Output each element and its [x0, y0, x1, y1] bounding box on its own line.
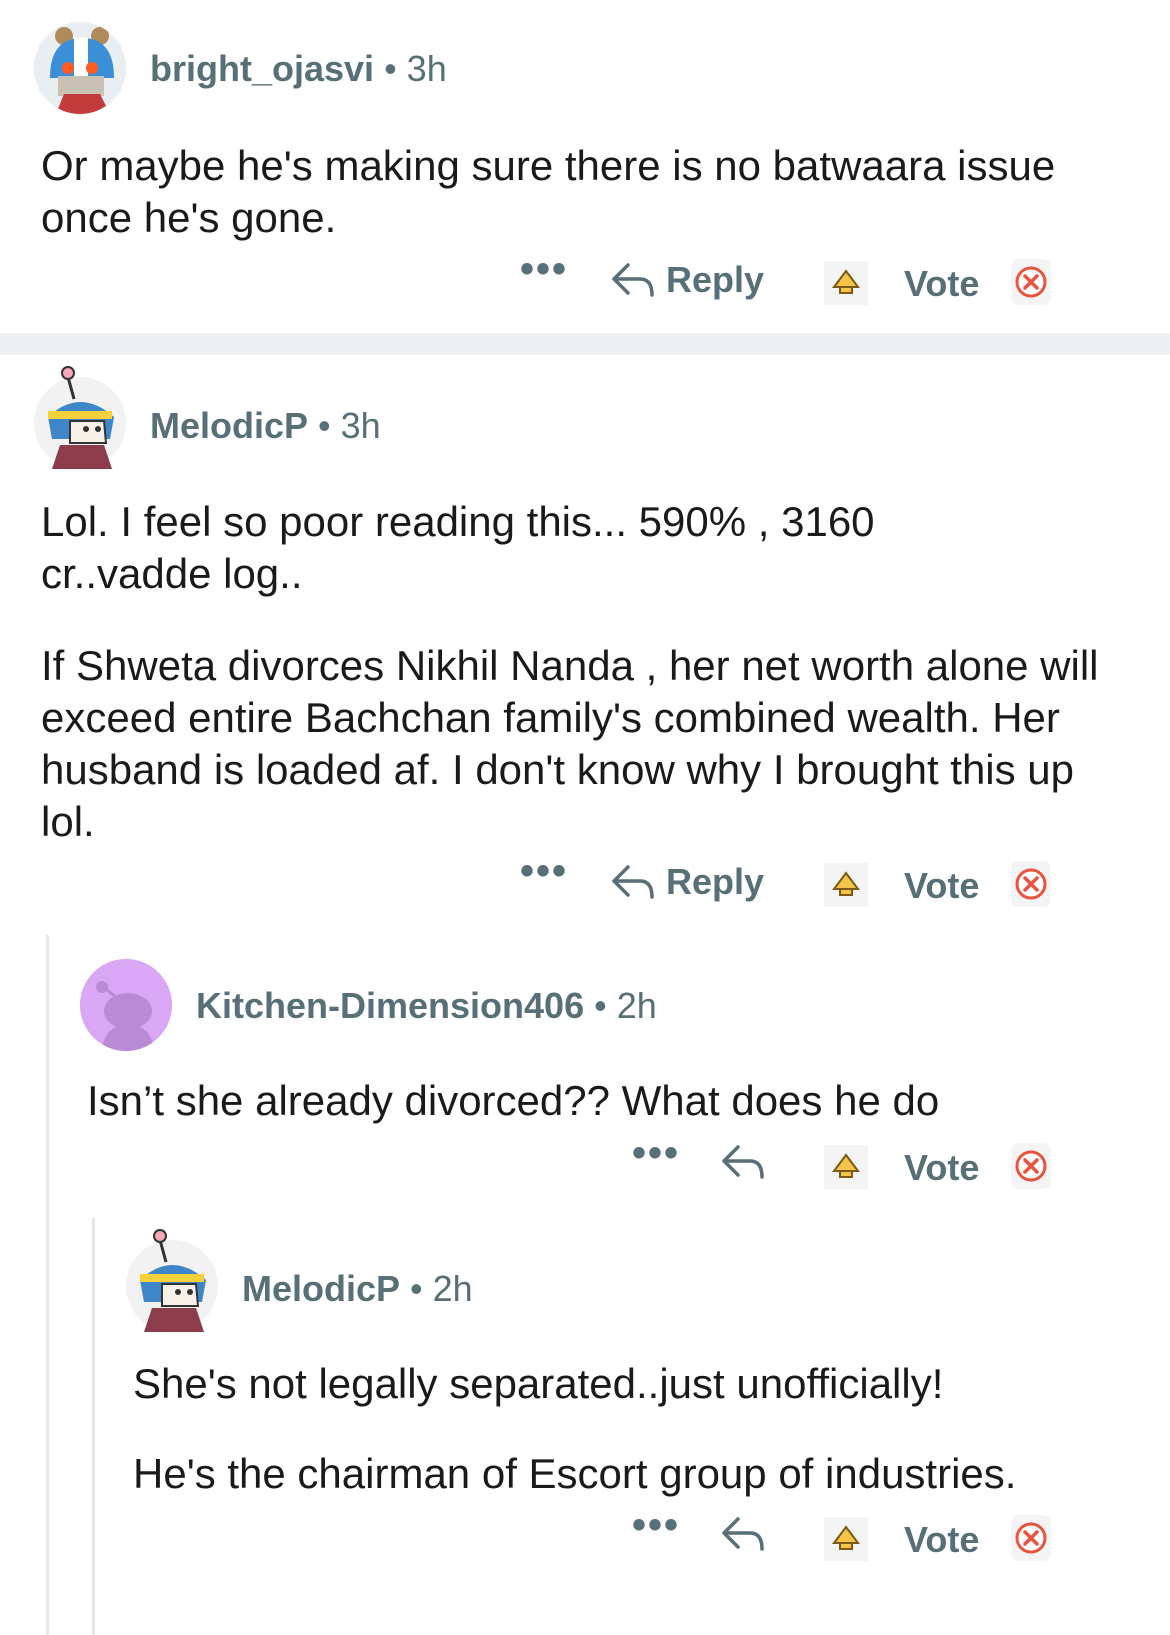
reply-arrow-icon — [722, 1145, 764, 1179]
downvote-button[interactable] — [1011, 1515, 1051, 1561]
avatar[interactable] — [34, 22, 126, 114]
username[interactable]: Kitchen-Dimension406 — [196, 985, 584, 1026]
comment: bright_ojasvi • 3h Or maybe he's making su… — [0, 0, 1170, 333]
comment-meta: bright_ojasvi • 3h — [150, 48, 447, 90]
comment-reply: Kitchen-Dimension406 • 2h Isn’t she alread… — [0, 935, 1170, 1218]
reply-button[interactable]: Reply — [610, 861, 764, 903]
comment-body: She's not legally separated..just unoffi… — [133, 1358, 1133, 1500]
comment-actions: ••• Reply Vote — [0, 849, 1170, 915]
upvote-award-icon[interactable] — [824, 261, 868, 305]
comment-divider — [0, 333, 1170, 355]
separator-dot: • — [384, 48, 397, 89]
timestamp: 3h — [406, 48, 447, 89]
comment-paragraph: She's not legally separated..just unoffi… — [133, 1360, 944, 1407]
timestamp: 3h — [340, 405, 381, 446]
reply-button[interactable]: Reply — [610, 259, 764, 301]
reply-arrow-icon — [612, 263, 654, 297]
downvote-icon — [1015, 1150, 1047, 1182]
username[interactable]: MelodicP — [150, 405, 308, 446]
downvote-button[interactable] — [1011, 861, 1051, 907]
downvote-button[interactable] — [1011, 1143, 1051, 1189]
downvote-icon — [1015, 1522, 1047, 1554]
reply-arrow-icon — [722, 1517, 764, 1551]
downvote-icon — [1015, 266, 1047, 298]
avatar[interactable] — [126, 1229, 218, 1332]
timestamp: 2h — [432, 1268, 473, 1309]
vote-label: Vote — [904, 865, 980, 906]
upvote-award-icon[interactable] — [824, 1517, 868, 1561]
football-helmet-avatar-icon — [34, 22, 126, 114]
vote-label: Vote — [904, 263, 980, 304]
comment-meta: MelodicP • 3h — [150, 405, 381, 447]
username[interactable]: bright_ojasvi — [150, 48, 374, 89]
comment-actions: ••• Vote — [0, 1503, 1170, 1569]
comment-meta: MelodicP • 2h — [242, 1268, 473, 1310]
username[interactable]: MelodicP — [242, 1268, 400, 1309]
downvote-button[interactable] — [1011, 259, 1051, 305]
comment-reply: MelodicP • 2h She's not legally separated.… — [0, 1218, 1170, 1635]
separator-dot: • — [410, 1268, 423, 1309]
comment-actions: ••• Vote — [0, 1131, 1170, 1197]
downvote-icon — [1015, 868, 1047, 900]
comment-paragraph: Lol. I feel so poor reading this... 590%… — [41, 498, 875, 597]
reply-button[interactable] — [720, 1515, 766, 1553]
comment-actions: ••• Reply Vote — [0, 247, 1170, 313]
separator-dot: • — [594, 985, 607, 1026]
comment-body: Or maybe he's making sure there is no ba… — [41, 140, 1081, 244]
avatar[interactable] — [34, 366, 126, 469]
comment-paragraph: If Shweta divorces Nikhil Nanda , her ne… — [41, 642, 1099, 845]
reply-label: Reply — [666, 259, 765, 300]
more-options-button[interactable]: ••• — [632, 1131, 680, 1176]
upvote-award-icon[interactable] — [824, 1145, 868, 1189]
timestamp: 2h — [616, 985, 657, 1026]
snoo-avatar-icon — [80, 959, 172, 1051]
more-options-button[interactable]: ••• — [520, 849, 568, 894]
reply-arrow-icon — [612, 865, 654, 899]
upvote-award-icon[interactable] — [824, 863, 868, 907]
more-options-button[interactable]: ••• — [520, 247, 568, 292]
comment-paragraph: Or maybe he's making sure there is no ba… — [41, 142, 1056, 241]
vote-label: Vote — [904, 1147, 980, 1188]
comment-body: Lol. I feel so poor reading this... 590%… — [41, 496, 1101, 848]
separator-dot: • — [318, 405, 331, 446]
avatar[interactable] — [80, 959, 172, 1051]
comment-body: Isn’t she already divorced?? What does h… — [87, 1075, 1107, 1127]
reply-label: Reply — [666, 861, 765, 902]
vote-label: Vote — [904, 1519, 980, 1560]
comment: MelodicP • 3h Lol. I feel so poor reading … — [0, 355, 1170, 925]
reply-button[interactable] — [720, 1143, 766, 1181]
comment-meta: Kitchen-Dimension406 • 2h — [196, 985, 657, 1027]
more-options-button[interactable]: ••• — [632, 1503, 680, 1548]
comment-paragraph: Isn’t she already divorced?? What does h… — [87, 1077, 940, 1124]
comment-paragraph: He's the chairman of Escort group of ind… — [133, 1450, 1017, 1497]
cat-warrior-avatar-icon — [34, 366, 126, 469]
cat-warrior-avatar-icon — [126, 1229, 218, 1332]
